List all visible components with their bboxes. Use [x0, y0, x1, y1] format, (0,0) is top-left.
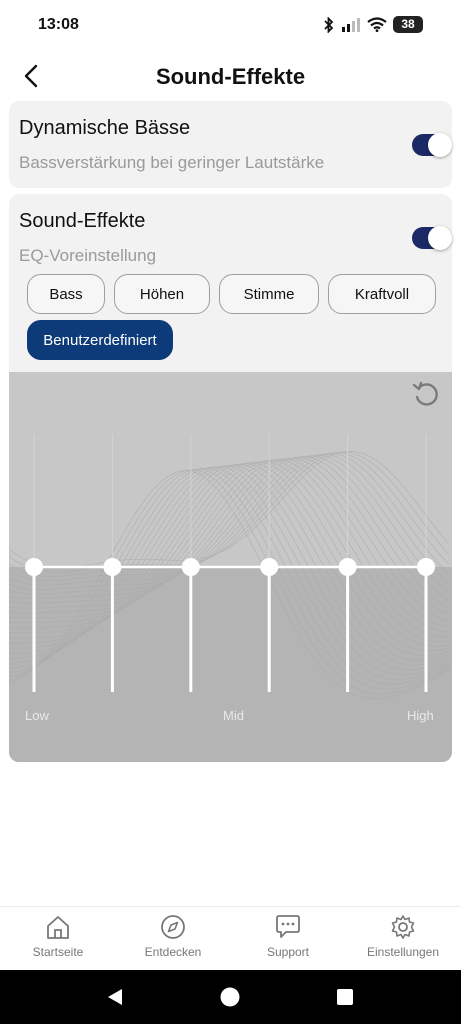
status-time: 13:08 [38, 16, 79, 33]
eq-band-handle-3[interactable] [181, 558, 200, 576]
equalizer-graph [9, 372, 452, 762]
nav-label: Einstellungen [366, 945, 440, 959]
eq-label-high: High [407, 708, 434, 723]
nav-startseite[interactable]: Startseite [8, 913, 108, 959]
nav-label: Support [266, 945, 310, 959]
reset-icon [412, 381, 438, 406]
signal-icon [342, 17, 360, 32]
wifi-icon [367, 17, 387, 32]
nav-entdecken[interactable]: Entdecken [123, 913, 223, 959]
nav-support[interactable]: Support [238, 913, 338, 959]
status-bar: 13:08 38 [0, 0, 461, 50]
sound-effects-card: Sound-Effekte EQ-Voreinstellung Bass Höh… [9, 194, 452, 374]
page-title: Sound-Effekte [155, 64, 306, 89]
eq-label-low: Low [25, 708, 49, 723]
toggle-knob [428, 133, 452, 157]
eq-band-handle-5[interactable] [338, 558, 357, 576]
preset-hoehen[interactable]: Höhen [114, 274, 210, 314]
preset-row-2: Benutzerdefiniert [27, 320, 173, 360]
eq-band-handle-4[interactable] [260, 558, 279, 576]
eq-preset-subtitle: EQ-Voreinstellung [19, 246, 157, 265]
bluetooth-icon [324, 16, 334, 33]
reset-button[interactable] [410, 378, 442, 410]
preset-benutzerdefiniert[interactable]: Benutzerdefiniert [27, 320, 173, 360]
sound-effects-toggle[interactable] [412, 226, 452, 250]
dynamic-bass-title: Dynamische Bässe [19, 117, 191, 139]
back-triangle-icon[interactable] [105, 987, 125, 1007]
equalizer-panel: Low Mid High [9, 372, 452, 762]
compass-icon [161, 915, 185, 939]
nav-label: Startseite [32, 945, 84, 959]
dynamic-bass-card: Dynamische Bässe Bassverstärkung bei ger… [9, 101, 452, 188]
dynamic-bass-toggle[interactable] [412, 133, 452, 157]
nav-label: Entdecken [144, 945, 202, 959]
preset-kraftvoll[interactable]: Kraftvoll [328, 274, 436, 314]
sound-effects-title: Sound-Effekte [19, 210, 146, 232]
preset-stimme[interactable]: Stimme [219, 274, 319, 314]
toggle-knob [428, 226, 452, 250]
battery-indicator: 38 [393, 16, 423, 33]
nav-einstellungen[interactable]: Einstellungen [353, 913, 453, 959]
eq-label-mid: Mid [223, 708, 244, 723]
eq-band-handle-1[interactable] [25, 558, 43, 576]
status-icons: 38 [323, 16, 423, 33]
preset-row: Bass Höhen Stimme Kraftvoll [27, 274, 436, 314]
header: Sound-Effekte [0, 54, 461, 98]
gear-icon [391, 915, 415, 939]
recents-square-icon[interactable] [335, 987, 355, 1007]
home-icon [47, 916, 69, 939]
home-circle-icon[interactable] [219, 986, 241, 1008]
preset-bass[interactable]: Bass [27, 274, 105, 314]
system-nav-bar [0, 970, 461, 1024]
bottom-nav: Startseite Entdecken Support Einstellung… [0, 906, 461, 970]
dynamic-bass-subtitle: Bassverstärkung bei geringer Lautstärke [19, 153, 325, 172]
eq-band-handle-6[interactable] [417, 558, 435, 576]
chat-bubble-icon [276, 915, 300, 938]
eq-band-handle-2[interactable] [103, 558, 122, 576]
